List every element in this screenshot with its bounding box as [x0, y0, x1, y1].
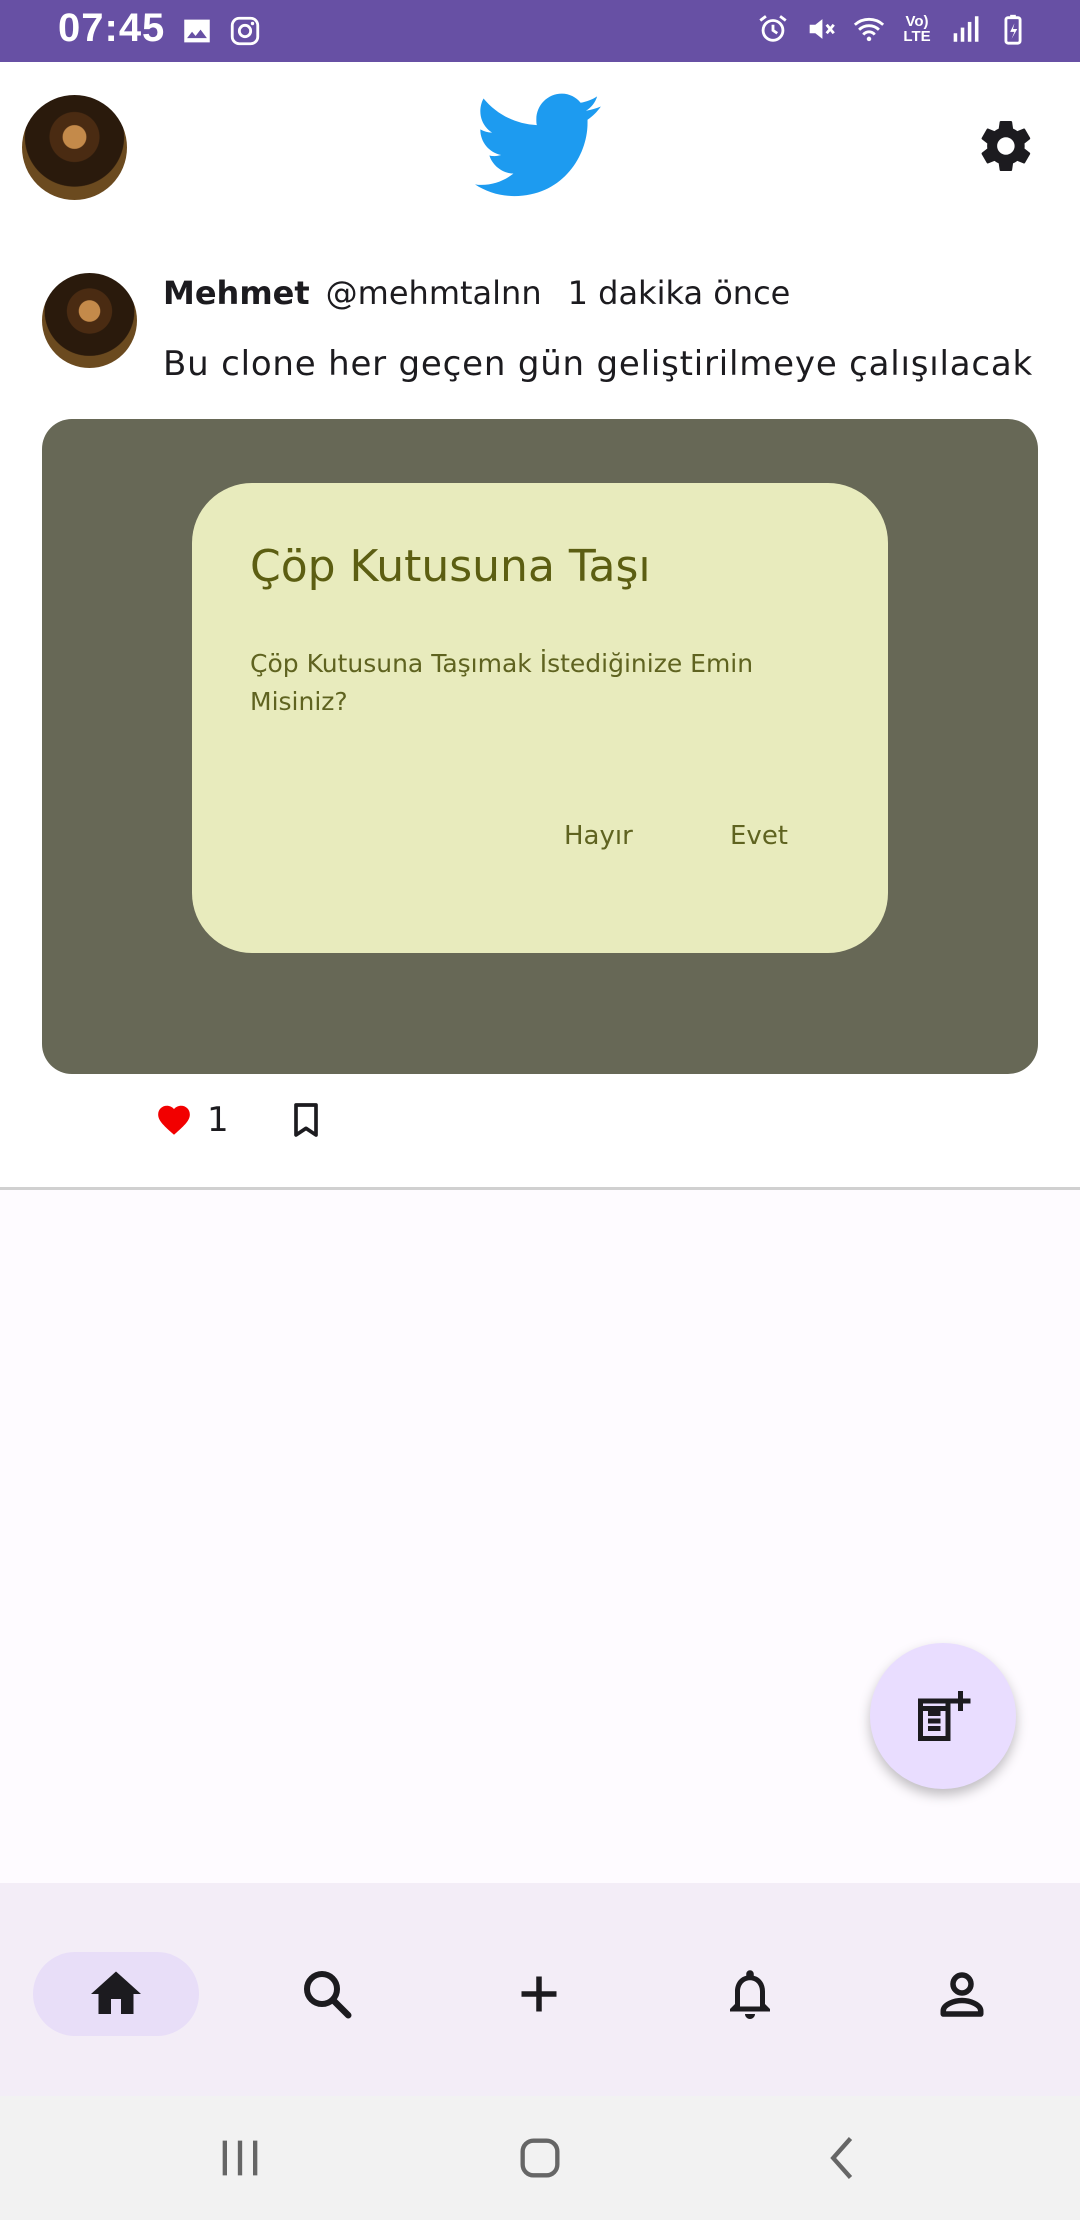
twitter-bird-icon — [475, 93, 601, 197]
top-app-bar — [0, 62, 1080, 232]
new-post-fab[interactable] — [870, 1643, 1016, 1789]
bottom-navigation — [0, 1883, 1080, 2096]
like-button[interactable]: 1 — [155, 1100, 229, 1140]
status-left-icons — [180, 14, 262, 48]
nav-profile[interactable] — [932, 1964, 992, 2024]
home-icon — [91, 1971, 141, 2014]
tweet-timestamp: 1 dakika önce — [567, 274, 791, 312]
profile-avatar[interactable] — [22, 95, 127, 200]
bookmark-icon[interactable] — [289, 1100, 323, 1140]
status-right-icons: Vo) LTE — [756, 12, 1030, 46]
tweet-author-avatar[interactable] — [42, 273, 137, 368]
tweet-actions: 1 — [155, 1100, 323, 1140]
nav-search[interactable] — [297, 1964, 357, 2024]
volte-icon: Vo) LTE — [903, 13, 931, 45]
screenshot-dialog-yes: Evet — [730, 821, 789, 851]
nav-add[interactable] — [509, 1964, 569, 2024]
tweet-author-name: Mehmet — [163, 274, 310, 312]
gallery-icon — [184, 19, 210, 43]
tweet-card[interactable]: Mehmet @mehmtalnn 1 dakika önce Bu clone… — [0, 232, 1080, 1190]
system-navigation-bar — [0, 2096, 1080, 2220]
nav-home[interactable] — [86, 1964, 146, 2024]
screenshot-dialog-title: Çöp Kutusuna Taşı — [250, 541, 651, 592]
like-count: 1 — [207, 1100, 229, 1140]
gear-icon[interactable] — [976, 116, 1036, 176]
tweet-image[interactable]: Çöp Kutusuna Taşı Çöp Kutusuna Taşımak İ… — [42, 419, 1038, 1074]
signal-icon — [953, 16, 979, 42]
tweet-header: Mehmet @mehmtalnn 1 dakika önce — [163, 274, 790, 312]
screenshot-dialog: Çöp Kutusuna Taşı Çöp Kutusuna Taşımak İ… — [192, 483, 888, 953]
status-bar: 07:45 Vo) LTE — [0, 0, 1080, 62]
screenshot-dialog-body: Çöp Kutusuna Taşımak İstediğinize Emin M… — [250, 649, 754, 716]
back-icon[interactable] — [818, 2132, 870, 2184]
screenshot-dialog-no: Hayır — [564, 821, 633, 851]
heart-icon — [158, 1105, 190, 1135]
status-time: 07:45 — [58, 6, 166, 50]
tweet-text: Bu clone her geçen gün geliştirilmeye ça… — [163, 344, 1034, 384]
notifications-icon — [730, 1970, 770, 2019]
search-icon — [304, 1971, 352, 2019]
tweet-author-handle: @mehmtalnn — [325, 274, 542, 312]
battery-icon — [1004, 14, 1022, 45]
mute-icon — [809, 19, 835, 39]
recent-apps-icon[interactable] — [214, 2132, 266, 2184]
profile-icon — [940, 1972, 984, 2017]
home-button-icon[interactable] — [514, 2132, 566, 2184]
instagram-icon — [230, 16, 260, 46]
nav-notifications[interactable] — [720, 1964, 780, 2024]
new-post-icon — [918, 1691, 971, 1741]
wifi-icon — [853, 17, 885, 42]
alarm-icon — [759, 15, 787, 42]
add-icon — [521, 1976, 557, 2012]
